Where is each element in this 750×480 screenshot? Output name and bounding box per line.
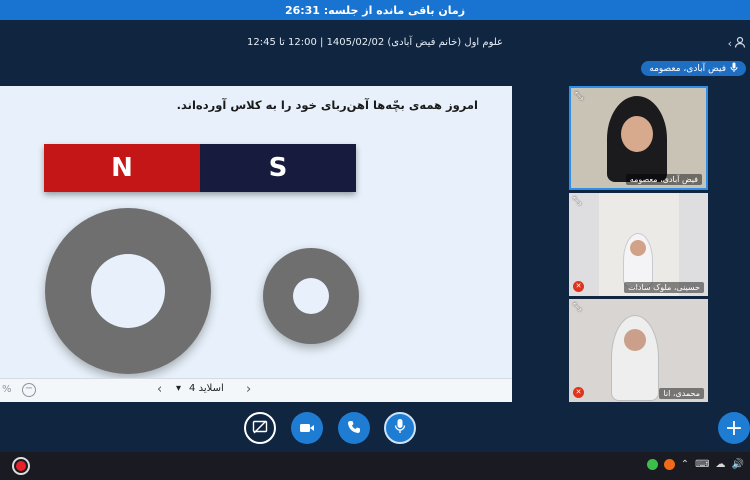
active-speaker-name: فیض آبادی، معصومه [649,63,726,74]
magnet-north-pole: N [44,144,200,192]
slide-selector[interactable]: ▾ اسلاید 4 [176,383,224,394]
magnet-south-pole: S [200,144,356,192]
session-info: علوم اول (خانم فیض آبادی) 1405/02/02 | 1… [246,37,504,48]
header-icons: ‹ [728,36,746,51]
video-tile[interactable]: ⤡ ✕ محمدی، انا [569,299,708,402]
fit-to-width-icon[interactable]: % [2,384,12,395]
current-slide-label: اسلاید 4 [189,383,224,394]
microphone-icon [394,418,406,438]
muted-icon: ✕ [573,387,584,398]
large-ring-magnet [45,208,211,374]
video-camera-icon [299,419,315,438]
participant-name: محمدی، انا [659,388,704,399]
participant-figure [611,315,659,401]
network-icon[interactable]: ☁ [716,459,726,470]
chevron-left-icon[interactable]: ‹ [728,37,732,50]
record-button[interactable] [12,457,30,475]
previous-slide-button[interactable]: ‹ [157,382,162,397]
participant-name: حسینی، ملوک سادات [624,282,704,293]
small-ring-magnet [263,248,359,344]
session-timer-bar: زمان باقی مانده از جلسه: 26:31 [0,0,750,20]
chevron-down-icon: ▾ [176,383,182,394]
participant-face [630,240,646,256]
system-tray: ⌃ ⌨ ☁ 🔊 [646,459,744,470]
participant-face [624,329,646,351]
slide-caption: امروز همه‌ی بچّه‌ها آهن‌ربای خود را به ک… [176,98,478,112]
next-slide-button[interactable]: › [246,382,251,397]
bar-magnet: N S [44,144,356,192]
microphone-icon [730,62,738,75]
video-toggle-button[interactable] [291,412,323,444]
status-indicator-icon[interactable] [646,459,658,470]
add-action-button[interactable]: + [718,412,750,444]
screen-share-button[interactable] [244,412,276,444]
slide-navigation-bar: % − ‹ ▾ اسلاید 4 › [0,378,512,402]
phone-button[interactable] [338,412,370,444]
expand-icon[interactable]: ⤡ [573,196,581,207]
user-icon[interactable] [734,36,746,51]
record-icon [16,461,26,471]
participant-name: فیض آبادی، معصومه [625,174,702,185]
system-taskbar: ⌃ ⌨ ☁ 🔊 [0,452,750,480]
expand-icon[interactable]: ⤡ [575,91,583,102]
zoom-out-icon[interactable]: − [22,383,36,397]
participant-face [621,116,653,152]
notification-icon[interactable] [663,459,675,470]
keyboard-icon[interactable]: ⌨ [695,459,709,470]
microphone-toggle-button[interactable] [384,412,416,444]
volume-icon[interactable]: 🔊 [732,459,744,470]
muted-icon: ✕ [573,281,584,292]
phone-icon [347,419,361,438]
remaining-time-text: زمان باقی مانده از جلسه: 26:31 [284,3,466,17]
expand-icon[interactable]: ⤡ [573,302,581,313]
active-speaker-pill: فیض آبادی، معصومه [641,61,746,76]
presentation-slide: امروز همه‌ی بچّه‌ها آهن‌ربای خود را به ک… [0,86,512,378]
tray-chevron-icon[interactable]: ⌃ [681,459,689,470]
video-tile[interactable]: ⤡ فیض آبادی، معصومه [569,86,708,190]
screen-share-off-icon [252,419,268,438]
video-tile[interactable]: ⤡ ✕ حسینی، ملوک سادات [569,193,708,296]
